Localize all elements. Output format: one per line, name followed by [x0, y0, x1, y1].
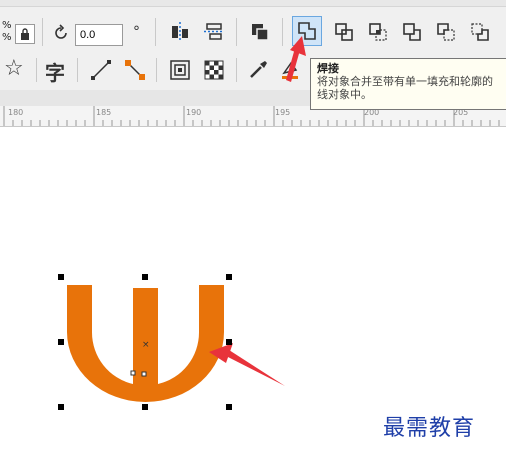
separator	[36, 58, 37, 82]
intersect-button[interactable]	[364, 18, 392, 46]
text-tool-icon[interactable]: 字	[45, 57, 65, 86]
ruler-label: 185	[96, 108, 112, 117]
percent-label-top: %	[2, 20, 12, 31]
simplify-icon	[403, 23, 421, 41]
separator	[156, 58, 157, 82]
distribute-icon	[204, 23, 224, 40]
lock-ratio-button[interactable]	[15, 24, 35, 44]
selection-handle-bottom-right[interactable]	[226, 404, 232, 410]
simplify-button[interactable]	[398, 18, 426, 46]
trim-button[interactable]	[330, 18, 358, 46]
selection-handle-top-center[interactable]	[142, 274, 148, 280]
contour-icon	[170, 60, 190, 80]
separator	[155, 18, 156, 46]
separator	[77, 58, 78, 82]
ruler-label: 180	[8, 108, 24, 117]
separator	[42, 18, 43, 46]
watermark-text: 最需教育	[383, 416, 476, 441]
selection-handle-top-right[interactable]	[226, 274, 232, 280]
percent-label-bottom: %	[2, 32, 12, 43]
node-handle[interactable]	[130, 370, 136, 376]
trim-icon	[335, 23, 353, 41]
back-minus-front-button[interactable]	[466, 18, 494, 46]
rotate-icon	[55, 24, 67, 39]
order-icon	[252, 24, 269, 41]
transparency-icon	[204, 60, 224, 80]
order-button[interactable]	[246, 18, 274, 46]
selection-handle-top-left[interactable]	[58, 274, 64, 280]
tooltip-title: 焊接	[317, 62, 339, 75]
separator	[236, 18, 237, 46]
annotation-arrows	[209, 343, 285, 386]
node-handle[interactable]	[141, 371, 147, 377]
degree-symbol: °	[133, 24, 140, 40]
selection-handle-bottom-left[interactable]	[58, 404, 64, 410]
drawing-canvas[interactable]: ×	[0, 127, 506, 458]
connector-icon	[125, 60, 145, 80]
intersect-icon	[369, 23, 387, 41]
eyedropper-icon	[250, 61, 267, 78]
selection-handle-bottom-center[interactable]	[142, 404, 148, 410]
rotation-angle-input[interactable]	[75, 24, 123, 46]
contour-tool-button[interactable]	[166, 56, 194, 84]
tooltip-line-2: 线对象中。	[317, 88, 372, 101]
top-strip	[0, 0, 506, 7]
line-icon	[91, 60, 111, 80]
ruler-label: 190	[186, 108, 202, 117]
selection-handle-middle-left[interactable]	[58, 339, 64, 345]
align-button[interactable]	[166, 18, 194, 46]
annotation-arrow-canvas	[226, 350, 285, 386]
star-tool-icon[interactable]: ☆	[4, 56, 24, 81]
front-minus-back-button[interactable]	[432, 18, 460, 46]
separator	[236, 58, 237, 82]
connector-tool-button[interactable]	[121, 56, 149, 84]
shape-center-marker: ×	[142, 340, 150, 350]
ruler-label: 195	[275, 108, 291, 117]
weld-tooltip: 焊接 将对象合并至带有单一填充和轮廓的 线对象中。	[310, 58, 506, 110]
transparency-tool-button[interactable]	[200, 56, 228, 84]
selection-handle-middle-right[interactable]	[226, 339, 232, 345]
back-minus-front-icon	[471, 23, 489, 41]
annotation-arrow-toolbar	[286, 36, 306, 82]
distribute-button[interactable]	[200, 18, 228, 46]
eyedropper-tool-button[interactable]	[244, 56, 272, 84]
front-minus-back-icon	[437, 23, 455, 41]
line-tool-button[interactable]	[87, 56, 115, 84]
align-icon	[172, 22, 188, 42]
lock-icon	[21, 28, 29, 40]
toolbar-row-1: % % °	[0, 8, 506, 54]
tooltip-line-1: 将对象合并至带有单一填充和轮廓的	[317, 75, 493, 88]
